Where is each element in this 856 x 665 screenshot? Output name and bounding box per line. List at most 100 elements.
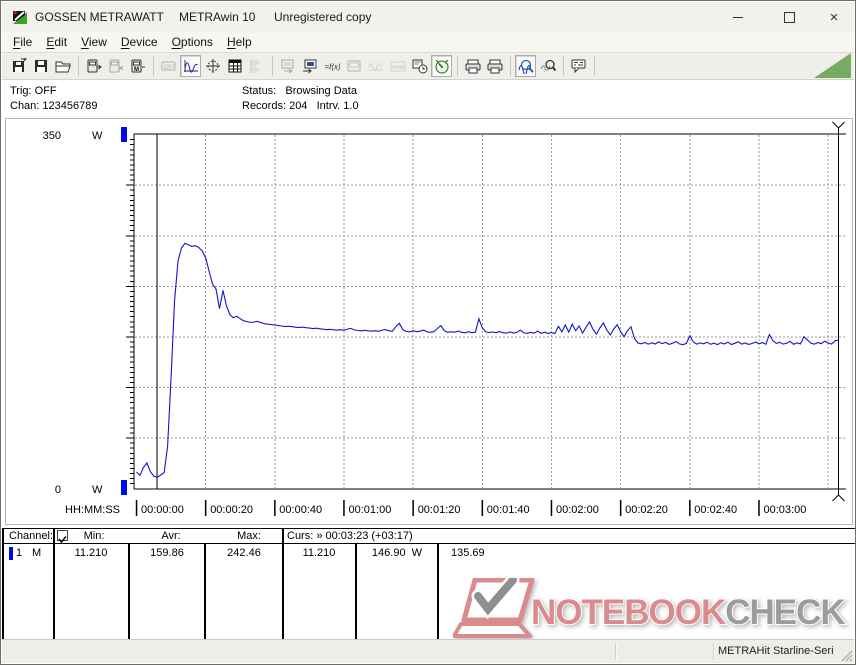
clock-icon — [412, 59, 427, 74]
y-min-label: 0 — [55, 484, 61, 496]
title-bar: GOSSEN METRAWATT METRAwin 10 Unregistere… — [2, 2, 854, 32]
device-download-button[interactable] — [83, 55, 104, 77]
table-col-line-1 — [53, 528, 55, 640]
view-histogram-button — [246, 55, 267, 77]
zoom-signal-button[interactable] — [515, 55, 536, 77]
maximize-button[interactable] — [766, 2, 812, 32]
toolbar-separator — [563, 56, 564, 76]
screen-in-icon — [302, 59, 316, 74]
connection-indicator-triangle — [814, 53, 851, 78]
toolbar-separator — [78, 56, 79, 76]
menu-help[interactable]: Help — [220, 33, 259, 51]
menu-file[interactable]: File — [6, 33, 39, 51]
app-window: GOSSEN METRAWATT METRAwin 10 Unregistere… — [0, 0, 856, 665]
brand-check: CHECK — [725, 593, 845, 632]
device-disconnect-button — [105, 55, 126, 77]
live-meter-button[interactable] — [431, 55, 452, 77]
svg-text:00:00:20: 00:00:20 — [210, 504, 253, 516]
save-data-button[interactable] — [30, 55, 51, 77]
svg-text:00:03:00: 00:03:00 — [764, 504, 807, 516]
folder-icon — [55, 61, 71, 73]
view-curve-button[interactable] — [180, 55, 201, 77]
formula-button[interactable]: =f(x) — [321, 55, 342, 77]
row-channel-mode: M — [32, 547, 42, 559]
toolbar-separator — [272, 56, 273, 76]
connected-device: METRAHit Starline-Seri — [718, 645, 834, 657]
zoom-tool-button[interactable] — [537, 55, 558, 77]
channel-list: Chan: 123456789 — [10, 100, 98, 112]
export-screen-button — [277, 55, 298, 77]
y-unit-top: W — [92, 130, 103, 142]
table-col-line-3 — [204, 543, 206, 640]
menu-view[interactable]: View — [74, 33, 114, 51]
close-icon: × — [829, 8, 839, 26]
device-x-icon — [109, 59, 123, 73]
export-report-button[interactable] — [8, 55, 29, 77]
minimize-button[interactable] — [715, 2, 761, 32]
open-file-button[interactable] — [52, 55, 73, 77]
printer-icon — [487, 59, 502, 74]
timer-settings-button[interactable] — [409, 55, 430, 77]
zoom-wave-icon — [518, 59, 534, 74]
view-cursors-button[interactable] — [202, 55, 223, 77]
y-max-label: 350 — [43, 130, 61, 142]
fx-icon: =f(x) — [324, 63, 340, 72]
menu-edit[interactable]: Edit — [39, 33, 74, 51]
x-axis-ticks: 00:00:00 00:00:20 00:00:40 00:01:00 00:01:20… — [135, 500, 807, 516]
records-interval: Records: 204 Intrv. 1.0 — [242, 100, 359, 112]
cursor-2-line[interactable] — [832, 121, 845, 502]
svg-text:00:01:00: 00:01:00 — [349, 504, 392, 516]
print-preview-button[interactable] — [462, 55, 483, 77]
y-unit-bottom: W — [92, 484, 103, 496]
row-cursor1: 11.210 — [302, 547, 336, 559]
horizontal-gridlines — [135, 184, 846, 439]
title-app-name: METRAwin 10 — [179, 10, 256, 24]
svg-text:NOTEBOOKCHECK: NOTEBOOKCHECK — [531, 593, 845, 632]
row-channel-number: 1 — [16, 547, 23, 559]
device-memory-button[interactable]: M — [127, 55, 148, 77]
table-border-left — [2, 528, 4, 640]
read-device-button[interactable] — [299, 55, 320, 77]
y-axis-ticks — [126, 139, 134, 485]
header-avr: Avr: — [161, 530, 181, 542]
channel-checkbox[interactable] — [57, 530, 68, 544]
annotation-button[interactable] — [568, 55, 589, 77]
svg-text:00:02:20: 00:02:20 — [625, 504, 668, 516]
x-axis-format-label: HH:MM:SS — [65, 504, 120, 516]
notebookcheck-logo: NOTEBOOKCHECK — [452, 573, 847, 638]
header-max: Max: — [237, 530, 261, 542]
toolbar-separator — [510, 56, 511, 76]
resize-grip[interactable] — [840, 649, 853, 662]
lcd-icon: 1257 — [161, 61, 175, 71]
close-button[interactable]: × — [811, 2, 856, 32]
lcd2-icon — [347, 60, 360, 72]
wave-icon — [183, 60, 198, 73]
svg-text:00:00:40: 00:00:40 — [279, 504, 322, 516]
device-m-icon: M — [131, 59, 145, 73]
grid-icon — [228, 59, 241, 73]
toolbar-separator — [457, 56, 458, 76]
svg-text:00:02:00: 00:02:00 — [556, 504, 599, 516]
screen-out-icon — [281, 59, 293, 74]
row-max: 242.46 — [227, 547, 261, 559]
svg-text:00:01:20: 00:01:20 — [418, 504, 461, 516]
device-display-button — [343, 55, 364, 77]
crosshair-icon — [205, 59, 220, 73]
trigger-status: Trig: OFF — [10, 85, 57, 97]
analog-signal-button — [365, 55, 386, 77]
browse-status: Status: Browsing Data — [242, 85, 357, 97]
view-table-button[interactable] — [224, 55, 245, 77]
menu-options[interactable]: Options — [165, 33, 220, 51]
menu-device[interactable]: Device — [114, 33, 165, 51]
table-col-line-6 — [437, 543, 439, 640]
print-button[interactable] — [484, 55, 505, 77]
channel-marker-bottom — [121, 480, 127, 495]
svg-text:1257: 1257 — [163, 65, 174, 71]
chart-panel[interactable]: 350 W 0 W HH:MM:SS 00:00:00 00:00:20 00:00:40 00… — [5, 118, 853, 525]
power-chart[interactable]: 350 W0 WHH:MM:SS 00:00:00 00:00:20 00:00:40 00… — [6, 119, 852, 522]
toolbar-separator — [153, 56, 154, 76]
statusbar-separator-1 — [615, 643, 616, 660]
power-curve — [136, 242, 839, 479]
info-bar: Trig: OFF Chan: 123456789 Status: Browsi… — [2, 80, 854, 118]
title-license-status: Unregistered copy — [274, 10, 372, 24]
